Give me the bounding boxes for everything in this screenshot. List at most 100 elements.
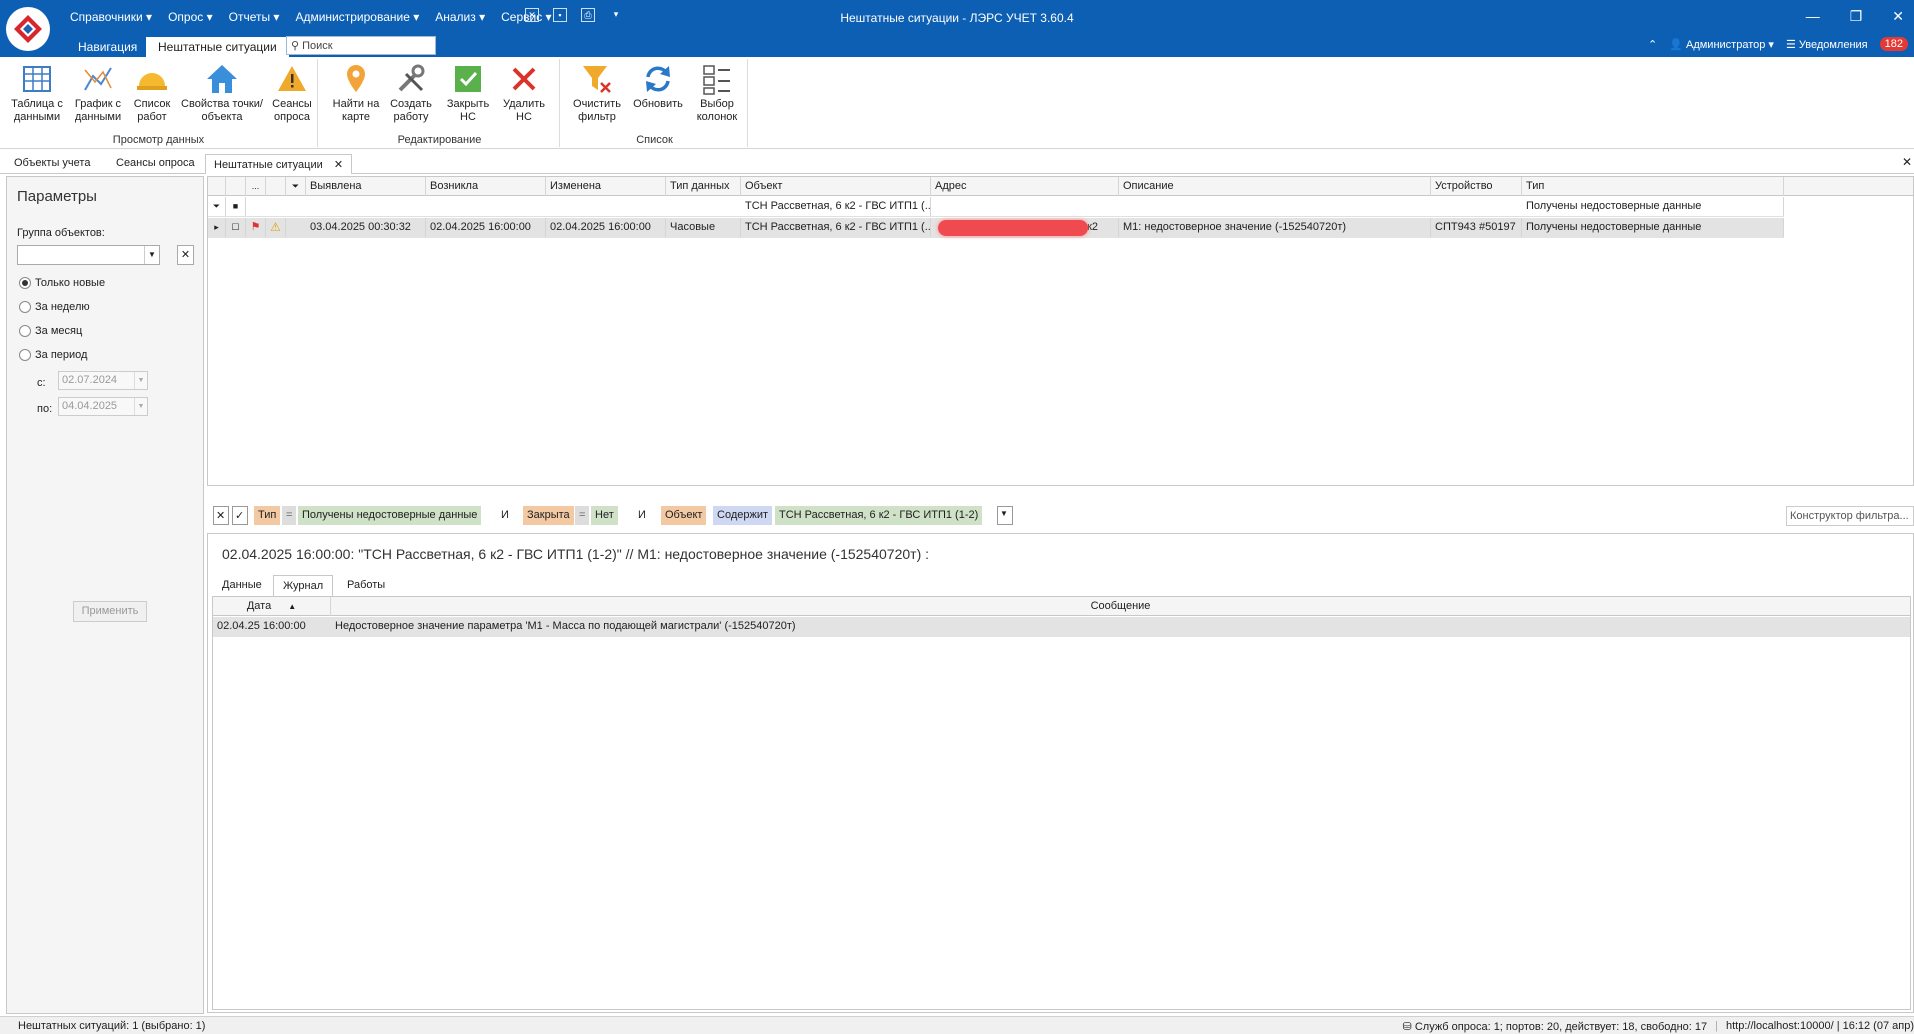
worklist-button[interactable]: Список работ [128,62,176,124]
cell-detected: 03.04.2025 00:30:32 [306,218,426,237]
col-object[interactable]: Объект [741,177,931,196]
search-input[interactable]: ⚲ Поиск [286,36,436,55]
date-dropdown-icon[interactable]: ▼ [134,372,147,389]
table-button[interactable]: Таблица с данными [6,62,68,124]
col-detected[interactable]: Выявлена [306,177,426,196]
doc-tab-incidents[interactable]: Нештатные ситуации ✕ [205,154,353,174]
document-tabs: Объекты учета Сеансы опроса Нештатные си… [0,152,1914,174]
radio-month[interactable]: За месяц [19,325,82,337]
from-date-input[interactable]: 02.07.2024 ▼ [58,371,148,390]
close-incident-button[interactable]: Закрыть НС [442,62,494,124]
clear-group-button[interactable]: ✕ [177,245,194,265]
clear-filter-button[interactable]: Очистить фильтр [568,62,626,124]
status-services[interactable]: ⛁ Служб опроса: 1; портов: 20, действует… [1403,1020,1708,1033]
col-device[interactable]: Устройство [1431,177,1522,196]
qat-dropdown-icon[interactable]: ▾ [609,8,623,22]
columns-button[interactable]: Выбор колонок [690,62,744,124]
main-menu: Справочники ▾ Опрос ▾ Отчеты ▾ Администр… [62,8,560,26]
excel-icon[interactable]: ✕ [525,8,539,22]
status-bar: Нештатных ситуаций: 1 (выбрано: 1) ⛁ Слу… [0,1016,1914,1034]
table-row[interactable]: 02.04.25 16:00:00 Недостоверное значение… [213,617,1910,637]
user-menu[interactable]: 👤 Администратор ▾ [1669,38,1774,51]
tab-data[interactable]: Данные [213,575,271,597]
filter-op-contains[interactable]: Содержит [713,506,773,525]
save-icon[interactable]: ▪ [553,8,567,22]
row-checkbox[interactable]: ☐ [226,218,246,237]
chevron-down-icon[interactable]: ▼ [144,246,159,264]
doc-tab-objects[interactable]: Объекты учета [6,154,98,174]
notifications-button[interactable]: ☰ Уведомления [1786,38,1868,51]
print-icon[interactable]: ⎙ [581,8,595,22]
filter-op[interactable]: = [575,506,590,525]
title-bar: Справочники ▾ Опрос ▾ Отчеты ▾ Администр… [0,0,1914,57]
to-date-input[interactable]: 04.04.2025 ▼ [58,397,148,416]
graph-button[interactable]: График с данными [70,62,126,124]
col-ellipsis[interactable]: ... [246,177,266,196]
warning-icon: ⚠ [266,218,286,237]
filter-field-object[interactable]: Объект [661,506,707,525]
col-datatype[interactable]: Тип данных [666,177,741,196]
radio-week[interactable]: За неделю [19,301,90,313]
menu-reports[interactable]: Отчеты ▾ [221,8,288,26]
grid-header: ... ⏷ Выявлена Возникла Изменена Тип дан… [208,177,1913,196]
col-type[interactable]: Тип [1522,177,1784,196]
filter-object[interactable]: ТСН Рассветная, 6 к2 - ГВС ИТП1 (... [741,197,931,216]
filter-value-type[interactable]: Получены недостоверные данные [298,506,482,525]
filter-checkbox[interactable]: ■ [226,197,246,216]
radio-only-new[interactable]: Только новые [19,277,105,289]
panel-title: Параметры [17,188,97,205]
close-window-icon[interactable]: ✕ [1892,8,1904,25]
filter-type[interactable]: Получены недостоверные данные [1522,197,1784,216]
delete-incident-button[interactable]: Удалить НС [498,62,550,124]
minimize-icon[interactable]: — [1806,8,1820,25]
filter-op[interactable]: = [282,506,297,525]
filter-value-object[interactable]: ТСН Рассветная, 6 к2 - ГВС ИТП1 (1-2) [775,506,983,525]
map-button[interactable]: Найти на карте [330,62,382,124]
col-address[interactable]: Адрес [931,177,1119,196]
tab-incidents[interactable]: Нештатные ситуации [146,37,289,57]
enable-filter-checkbox[interactable]: ✓ [232,506,248,525]
create-work-button[interactable]: Создать работу [386,62,436,124]
col-occurred[interactable]: Возникла [426,177,546,196]
tab-close-icon[interactable]: ✕ [334,159,343,171]
cell-description: M1: недостоверное значение (-152540720т) [1119,218,1431,237]
restore-icon[interactable]: ❐ [1850,8,1863,25]
filter-field-closed[interactable]: Закрыта [523,506,574,525]
warning-icon [278,66,306,91]
filter-value-closed[interactable]: Нет [591,506,618,525]
tab-navigation[interactable]: Навигация [66,37,149,57]
sessions-button[interactable]: Сеансы опроса [268,62,316,124]
radio-period[interactable]: За период [19,349,87,361]
table-icon [23,66,51,92]
row-expand-icon[interactable]: ▸ [208,218,226,237]
filter-constructor-button[interactable]: Конструктор фильтра... [1786,506,1914,526]
ribbon: Таблица с данными График с данными Списо… [0,57,1914,149]
ribbon-group-view: Таблица с данными График с данными Списо… [0,59,318,147]
filter-and: И [638,509,646,521]
menu-admin[interactable]: Администрирование ▾ [287,8,427,26]
collapse-ribbon-icon[interactable]: ⌃ [1648,38,1657,51]
filter-field-type[interactable]: Тип [254,506,281,525]
col-message[interactable]: Сообщение [331,597,1910,616]
tab-journal[interactable]: Журнал [273,575,334,597]
filter-mru-dropdown-icon[interactable]: ▼ [997,506,1013,525]
filter-funnel-icon[interactable]: ⏷ [286,177,306,196]
close-all-tabs-icon[interactable]: ✕ [1902,155,1912,169]
menu-polling[interactable]: Опрос ▾ [160,8,221,26]
cell-device: СПТ943 #50197 [1431,218,1522,237]
menu-references[interactable]: Справочники ▾ [62,8,160,26]
clear-filter-icon[interactable]: ✕ [213,506,229,525]
col-description[interactable]: Описание [1119,177,1431,196]
object-group-combo[interactable]: ▼ [17,245,160,265]
refresh-button[interactable]: Обновить [630,62,686,111]
date-dropdown-icon[interactable]: ▼ [134,398,147,415]
table-row[interactable]: ▸ ☐ ⚑ ⚠ 03.04.2025 00:30:32 02.04.2025 1… [208,218,1784,238]
apply-button[interactable]: Применить [73,601,147,622]
col-date[interactable]: Дата ▲ [213,597,331,616]
doc-tab-sessions[interactable]: Сеансы опроса [108,154,203,174]
menu-analysis[interactable]: Анализ ▾ [427,8,493,26]
props-button[interactable]: Свойства точки/объекта [180,62,264,124]
tab-works[interactable]: Работы [338,575,394,597]
quick-access-toolbar: ✕ ▪ ⎙ ▾ [525,8,623,22]
col-changed[interactable]: Изменена [546,177,666,196]
